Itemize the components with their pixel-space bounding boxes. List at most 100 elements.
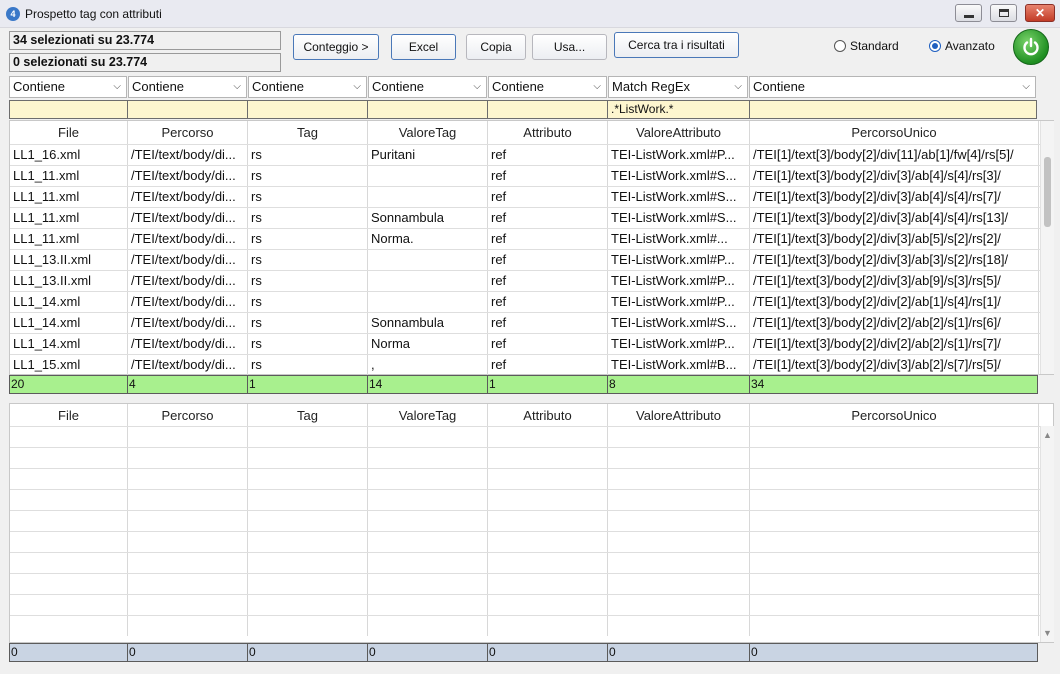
empty-row[interactable] <box>10 531 1040 552</box>
maximize-button[interactable] <box>990 4 1017 22</box>
scroll-up-icon[interactable]: ▲ <box>1043 430 1052 440</box>
minimize-button[interactable] <box>955 4 982 22</box>
results-scrollbar[interactable] <box>1040 121 1054 374</box>
column-header-file[interactable]: File <box>10 404 128 427</box>
table-row[interactable]: LL1_13.II.xml/TEI/text/body/di... rs ref TE… <box>10 270 1040 291</box>
scrollbar-thumb[interactable] <box>1044 157 1051 227</box>
empty-row[interactable] <box>10 510 1040 531</box>
table-row[interactable]: LL1_14.xml/TEI/text/body/di... rs Sonnambu… <box>10 312 1040 333</box>
search-results-button[interactable]: Cerca tra i risultati <box>614 32 739 58</box>
filter-operator-valoreattributo[interactable]: Match RegEx ⌵ <box>608 76 748 98</box>
empty-row[interactable] <box>10 615 1040 636</box>
table-row[interactable]: LL1_13.II.xml/TEI/text/body/di... rs ref TE… <box>10 249 1040 270</box>
empty-row[interactable] <box>10 426 1040 447</box>
cell-percorso: /TEI/text/body/di... <box>128 292 248 312</box>
cell-valoreattributo: TEI-ListWork.xml#P... <box>608 250 750 270</box>
scroll-down-icon[interactable]: ▼ <box>1043 628 1052 638</box>
cell-attributo: ref <box>488 166 608 186</box>
filter-operator-valoretag[interactable]: Contiene ⌵ <box>368 76 487 98</box>
empty-row[interactable] <box>10 468 1040 489</box>
table-row[interactable]: LL1_11.xml/TEI/text/body/di... rs ref TEI-L… <box>10 186 1040 207</box>
cell-percorso: /TEI/text/body/di... <box>128 334 248 354</box>
cell-file: LL1_16.xml <box>10 145 128 165</box>
cell-percorso: /TEI/text/body/di... <box>128 145 248 165</box>
cell-valoreattributo: TEI-ListWork.xml#S... <box>608 166 750 186</box>
cell-attributo: ref <box>488 187 608 207</box>
table-row[interactable]: LL1_14.xml/TEI/text/body/di... rs ref TEI-L… <box>10 291 1040 312</box>
use-button[interactable]: Usa... <box>532 34 607 60</box>
cell-percorso: /TEI/text/body/di... <box>128 271 248 291</box>
column-header-tag[interactable]: Tag <box>248 121 368 144</box>
cell-valoretag: Sonnambula <box>368 208 488 228</box>
empty-cell <box>128 427 248 447</box>
results-grid[interactable]: File Percorso Tag ValoreTag Attributo ValoreA… <box>9 120 1054 375</box>
empty-row[interactable] <box>10 489 1040 510</box>
cell-valoreattributo: TEI-ListWork.xml#B... <box>608 355 750 375</box>
filter-operator-tag[interactable]: Contiene ⌵ <box>248 76 367 98</box>
filter-operator-file[interactable]: Contiene ⌵ <box>9 76 127 98</box>
cell-percorsounico: /TEI[1]/text[3]/body[2]/div[2]/ab[2]/s[1… <box>750 334 1039 354</box>
column-header-valoreattributo[interactable]: ValoreAttributo <box>608 121 750 144</box>
cell-valoreattributo: TEI-ListWork.xml#P... <box>608 292 750 312</box>
filter-operator-percorsounico[interactable]: Contiene ⌵ <box>749 76 1036 98</box>
power-button[interactable] <box>1013 29 1049 65</box>
column-header-attributo[interactable]: Attributo <box>488 121 608 144</box>
column-header-valoretag[interactable]: ValoreTag <box>368 121 488 144</box>
column-header-percorsounico[interactable]: PercorsoUnico <box>750 121 1039 144</box>
table-row[interactable]: LL1_15.xml/TEI/text/body/di... rs, ref TEI-… <box>10 354 1040 375</box>
filter-value-percorsounico[interactable] <box>749 100 1037 119</box>
total-tag: 0 <box>247 643 368 662</box>
close-button[interactable]: ✕ <box>1025 4 1055 22</box>
column-header-tag[interactable]: Tag <box>248 404 368 427</box>
cell-file: LL1_15.xml <box>10 355 128 375</box>
table-row[interactable]: LL1_16.xml/TEI/text/body/di... rs Puritani… <box>10 144 1040 165</box>
cell-percorso: /TEI/text/body/di... <box>128 313 248 333</box>
window-title: Prospetto tag con attributi <box>25 7 162 21</box>
empty-cell <box>488 448 608 468</box>
filter-value-valoreattributo[interactable]: .*ListWork.* <box>607 100 750 119</box>
filter-value-file[interactable] <box>9 100 128 119</box>
cell-file: LL1_11.xml <box>10 187 128 207</box>
cell-attributo: ref <box>488 208 608 228</box>
chevron-down-icon: ⌵ <box>353 81 361 92</box>
filter-value-valoretag[interactable] <box>367 100 488 119</box>
empty-cell <box>368 532 488 552</box>
empty-cell <box>248 490 368 510</box>
column-header-percorso[interactable]: Percorso <box>128 121 248 144</box>
empty-row[interactable] <box>10 552 1040 573</box>
filter-value-tag[interactable] <box>247 100 368 119</box>
selection-grid[interactable]: File Percorso Tag ValoreTag Attributo ValoreA… <box>9 403 1054 643</box>
table-row[interactable]: LL1_11.xml/TEI/text/body/di... rs ref TEI-L… <box>10 165 1040 186</box>
selection-scrollbar[interactable]: ▲ ▼ <box>1040 426 1054 642</box>
column-header-attributo[interactable]: Attributo <box>488 404 608 427</box>
table-row[interactable]: LL1_14.xml/TEI/text/body/di... rs Norma ref… <box>10 333 1040 354</box>
empty-row[interactable] <box>10 573 1040 594</box>
cell-percorsounico: /TEI[1]/text[3]/body[2]/div[3]/ab[3]/s[2… <box>750 250 1039 270</box>
column-header-valoretag[interactable]: ValoreTag <box>368 404 488 427</box>
empty-cell <box>608 574 750 594</box>
copy-button[interactable]: Copia <box>466 34 526 60</box>
column-header-percorsounico[interactable]: PercorsoUnico <box>750 404 1039 427</box>
table-row[interactable]: LL1_11.xml/TEI/text/body/di... rs Norma. re… <box>10 228 1040 249</box>
cell-percorso: /TEI/text/body/di... <box>128 355 248 375</box>
filter-value-percorso[interactable] <box>127 100 248 119</box>
empty-cell <box>248 448 368 468</box>
chevron-down-icon: ⌵ <box>734 81 742 92</box>
empty-cell <box>368 490 488 510</box>
cell-percorsounico: /TEI[1]/text[3]/body[2]/div[11]/ab[1]/fw… <box>750 145 1039 165</box>
empty-row[interactable] <box>10 594 1040 615</box>
filter-operator-attributo[interactable]: Contiene ⌵ <box>488 76 607 98</box>
cell-tag: rs <box>248 208 368 228</box>
filter-operator-percorso[interactable]: Contiene ⌵ <box>128 76 247 98</box>
radio-advanced-indicator <box>929 40 941 52</box>
filter-value-attributo[interactable] <box>487 100 608 119</box>
empty-cell <box>10 532 128 552</box>
column-header-file[interactable]: File <box>10 121 128 144</box>
excel-button[interactable]: Excel <box>391 34 456 60</box>
column-header-percorso[interactable]: Percorso <box>128 404 248 427</box>
empty-row[interactable] <box>10 447 1040 468</box>
table-row[interactable]: LL1_11.xml/TEI/text/body/di... rs Sonnambu… <box>10 207 1040 228</box>
count-button[interactable]: Conteggio > <box>293 34 379 60</box>
empty-cell <box>10 574 128 594</box>
column-header-valoreattributo[interactable]: ValoreAttributo <box>608 404 750 427</box>
